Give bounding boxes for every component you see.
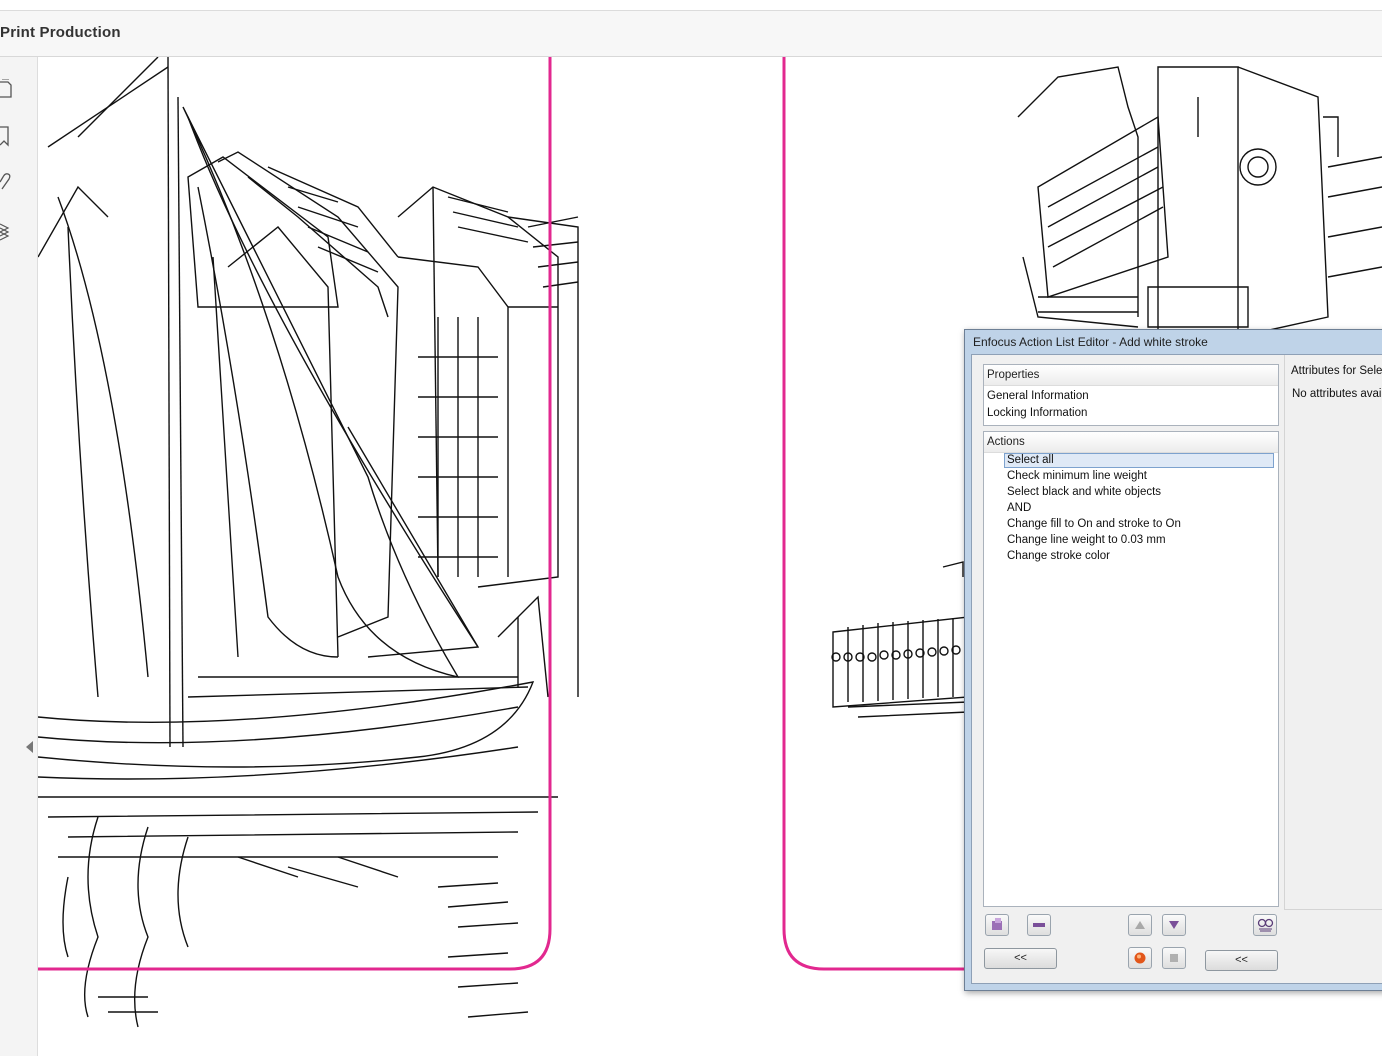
bookmark-icon[interactable] (0, 125, 12, 147)
panel-divider (1284, 355, 1285, 910)
move-up-button[interactable] (1128, 914, 1152, 936)
properties-item-general-information[interactable]: General Information (987, 390, 1089, 402)
attributes-label: Attributes for Selec (1291, 365, 1382, 377)
add-action-button[interactable] (985, 914, 1009, 936)
no-attributes-text: No attributes availa (1292, 388, 1382, 400)
remove-icon (1033, 923, 1045, 927)
move-down-button[interactable] (1162, 914, 1186, 936)
page-title: Print Production (0, 24, 121, 41)
tool-header: Print Production (0, 11, 1382, 57)
properties-item-locking-information[interactable]: Locking Information (987, 407, 1087, 419)
action-item-change-line-weight[interactable]: Change line weight to 0.03 mm (1007, 534, 1166, 546)
actions-panel: Actions Select all Check minimum line we… (983, 431, 1279, 907)
actions-header: Actions (984, 432, 1278, 453)
arrow-down-icon (1169, 921, 1179, 929)
action-item-change-fill-stroke[interactable]: Change fill to On and stroke to On (1007, 518, 1181, 530)
glasses-icon (1257, 918, 1274, 932)
arrow-up-icon (1135, 921, 1145, 929)
remove-action-button[interactable] (1027, 914, 1051, 936)
navigation-pane (0, 57, 38, 1056)
collapse-arrow-icon[interactable] (26, 741, 34, 753)
action-list-editor-dialog: Enfocus Action List Editor - Add white s… (964, 329, 1382, 991)
layers-icon[interactable] (0, 219, 12, 241)
record-button[interactable] (1128, 947, 1152, 969)
attachment-icon[interactable] (0, 171, 12, 193)
dialog-body: Properties General Information Locking I… (971, 354, 1382, 984)
panel-divider-bottom (1285, 909, 1382, 910)
sailboat-illustration (38, 57, 579, 1028)
collapse-right-button[interactable]: << (1205, 950, 1278, 971)
collapse-left-button[interactable]: << (984, 948, 1057, 969)
action-item-select-all[interactable]: Select all (1004, 453, 1274, 468)
action-item-select-black-white[interactable]: Select black and white objects (1007, 486, 1161, 498)
properties-panel: Properties General Information Locking I… (983, 364, 1279, 426)
properties-header: Properties (984, 365, 1278, 386)
action-item-change-stroke-color[interactable]: Change stroke color (1007, 550, 1110, 562)
action-item-check-minimum-line-weight[interactable]: Check minimum line weight (1007, 470, 1147, 482)
top-strip (0, 0, 1382, 11)
add-action-icon (992, 918, 1002, 930)
trim-box-right (782, 57, 968, 971)
view-button[interactable] (1253, 914, 1277, 936)
action-item-and[interactable]: AND (1007, 502, 1031, 514)
record-icon (1134, 952, 1146, 964)
pages-icon[interactable] (0, 79, 12, 101)
dialog-title: Enfocus Action List Editor - Add white s… (973, 335, 1208, 349)
stop-icon (1170, 954, 1178, 962)
stop-button[interactable] (1162, 947, 1186, 969)
